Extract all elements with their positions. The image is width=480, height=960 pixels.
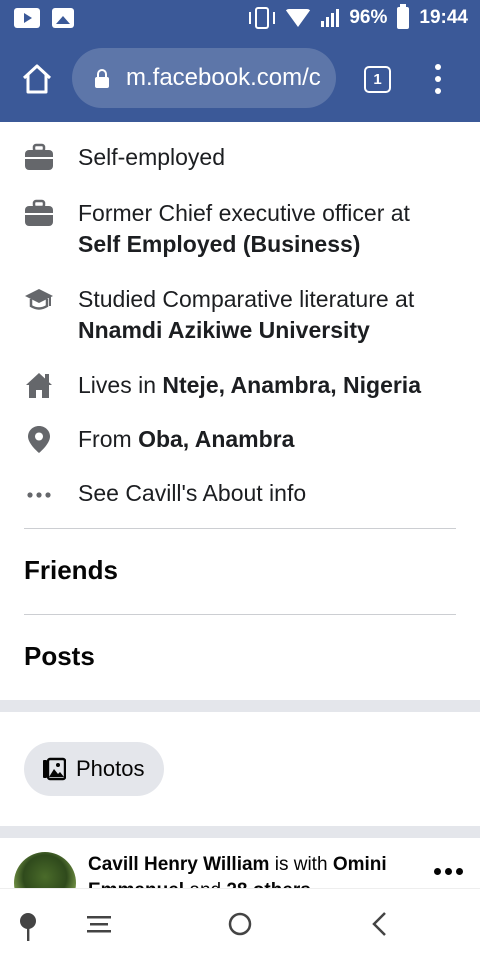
system-nav-bar (0, 888, 480, 960)
browser-menu-button[interactable] (430, 64, 446, 94)
pin-shortcut-icon[interactable] (16, 911, 40, 943)
more-dots-icon (27, 492, 51, 498)
intro-text: Former Chief executive officer at Self Em… (78, 200, 410, 257)
status-bar: 96% 19:44 (0, 0, 480, 36)
home-icon (22, 64, 52, 94)
avatar[interactable] (14, 852, 76, 890)
briefcase-icon (25, 199, 53, 226)
vibrate-icon (249, 7, 276, 29)
image-notification-icon (52, 8, 74, 28)
post-header: Cavill Henry William is with Omini Emman… (0, 838, 480, 890)
divider (24, 528, 456, 529)
intro-text: Self-employed (78, 144, 226, 170)
post-author-line: Cavill Henry William is with Omini Emman… (88, 852, 418, 890)
photos-button[interactable]: Photos (24, 742, 164, 796)
post-author[interactable]: Cavill Henry William (88, 854, 269, 875)
tab-switcher-button[interactable]: 1 (364, 66, 391, 93)
intro-link[interactable]: Nteje, Anambra, Nigeria (162, 372, 421, 398)
address-bar[interactable]: m.facebook.com/c (72, 48, 336, 108)
briefcase-icon (25, 143, 53, 170)
graduation-cap-icon (25, 289, 53, 310)
posts-heading: Posts (24, 641, 95, 671)
youtube-notification-icon (14, 8, 40, 28)
intro-link[interactable]: Oba, Anambra (138, 426, 294, 452)
photos-label: Photos (76, 756, 145, 781)
post-options-button[interactable] (434, 868, 463, 875)
section-separator (0, 826, 480, 838)
home-circle-icon[interactable] (227, 911, 253, 937)
signal-icon (321, 9, 340, 27)
back-icon[interactable] (370, 911, 390, 937)
house-icon (26, 373, 52, 398)
menu-icon[interactable] (86, 911, 112, 937)
friends-heading[interactable]: Friends (24, 555, 118, 586)
see-about-info-link[interactable]: See Cavill's About info (78, 478, 468, 509)
location-pin-icon (28, 426, 50, 453)
clock: 19:44 (419, 7, 468, 28)
url-text: m.facebook.com/c (126, 64, 321, 91)
intro-text: Studied Comparative literature at Nnamdi … (78, 286, 415, 343)
intro-text: Lives in Nteje, Anambra, Nigeria (78, 372, 421, 398)
intro-link[interactable]: Nnamdi Azikiwe University (78, 317, 370, 343)
battery-icon (397, 4, 410, 29)
wifi-icon (285, 9, 312, 27)
photos-icon (43, 757, 66, 781)
lock-icon (95, 69, 109, 88)
intro-text: From Oba, Anambra (78, 426, 295, 452)
intro-link[interactable]: Self Employed (Business) (78, 231, 360, 257)
browser-toolbar: m.facebook.com/c 1 (0, 36, 480, 122)
battery-percent: 96% (349, 7, 388, 28)
divider (24, 614, 456, 615)
section-separator (0, 700, 480, 712)
home-button[interactable] (20, 62, 54, 96)
tab-count: 1 (373, 71, 382, 88)
